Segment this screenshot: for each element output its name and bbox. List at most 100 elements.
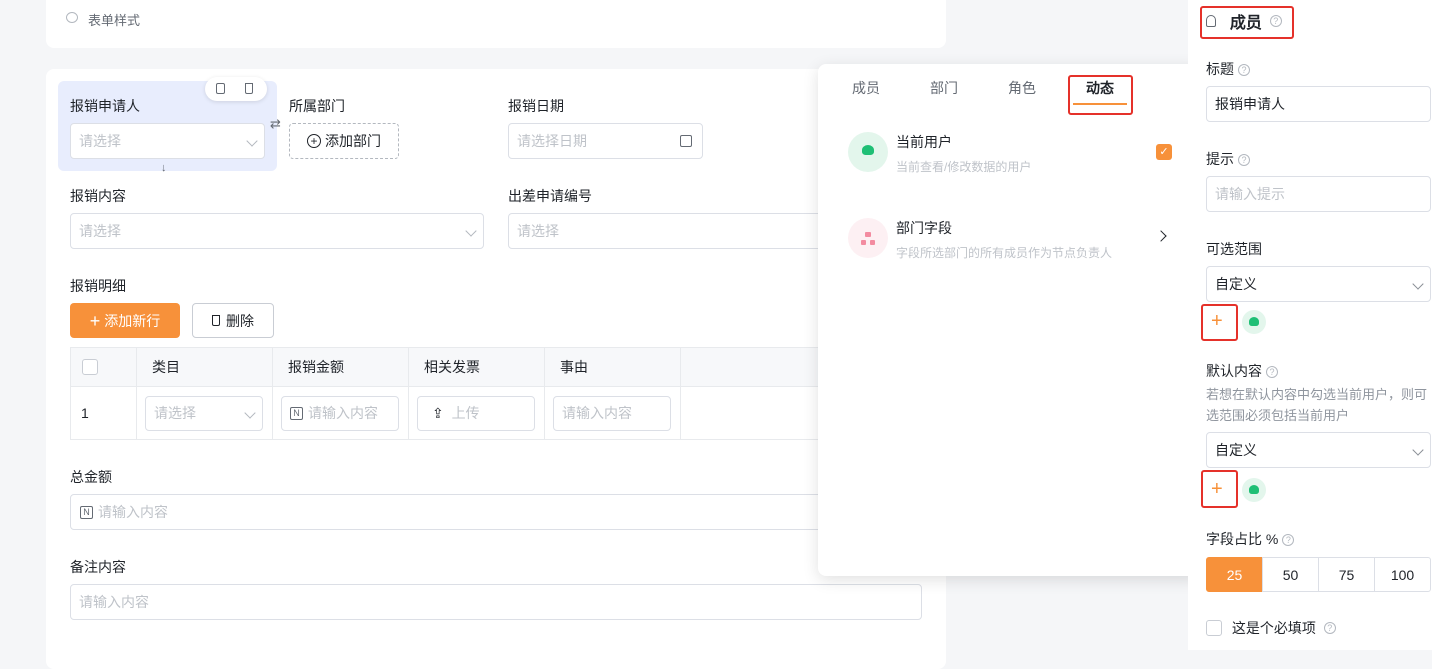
required-checkbox[interactable] [1206,620,1222,636]
default-select[interactable]: 自定义 [1206,432,1431,468]
annotation-box [1201,470,1238,508]
annotation-box [1201,304,1238,341]
trash-icon [212,315,220,326]
hint-placeholder: 请输入提示 [1215,186,1285,202]
ratio-option-50[interactable]: 50 [1262,557,1319,592]
invoice-upload[interactable]: ⇪ 上传 [417,396,535,431]
column-divider [272,348,273,440]
department-label: 所属部门 [289,98,345,114]
tab-members[interactable]: 成员 [852,78,880,98]
content-select[interactable]: 请选择 [70,213,484,249]
default-note: 若想在默认内容中勾选当前用户，则可选范围必须包括当前用户 [1206,387,1428,423]
details-table: 类目 报销金额 相关发票 事由 1 请选择 N 请输入内容 ⇪ 上传 请输入内容 [70,347,841,440]
applicant-select[interactable]: 请选择 [70,123,265,159]
item-desc: 当前查看/修改数据的用户 [896,160,1032,174]
column-divider [136,348,137,440]
remark-label: 备注内容 [70,559,126,575]
help-icon[interactable]: ? [1238,64,1250,77]
amount-placeholder: 请输入内容 [308,405,378,421]
content-label: 报销内容 [70,188,126,204]
title-value: 报销申请人 [1215,96,1285,112]
palette-icon [66,12,78,23]
arrow-down-icon[interactable]: ↓ [161,162,167,174]
hint-field-label: 提示? [1206,149,1250,169]
chevron-down-icon [246,135,258,147]
remark-input[interactable]: 请输入内容 [70,584,922,620]
chevron-down-icon [1412,444,1424,456]
ratio-option-75[interactable]: 75 [1318,557,1375,592]
list-item-current-user[interactable]: 当前用户 当前查看/修改数据的用户 ✓ [846,128,1176,178]
annotation-box [1068,75,1133,115]
list-item-department-field[interactable]: 部门字段 字段所选部门的所有成员作为节点负责人 [846,214,1176,264]
default-avatar [1242,478,1266,502]
range-label: 可选范围 [1206,241,1262,257]
title-label-text: 标题 [1206,61,1234,77]
add-department-button[interactable]: + 添加部门 [289,123,399,159]
number-icon: N [80,506,93,519]
range-select[interactable]: 自定义 [1206,266,1431,302]
help-icon[interactable]: ? [1323,622,1336,634]
chevron-right-icon[interactable] [1155,230,1167,242]
help-icon[interactable]: ? [1282,534,1295,547]
calendar-icon [680,135,692,147]
chevron-down-icon [1412,278,1424,290]
help-icon[interactable]: ? [1238,154,1250,167]
column-divider [680,348,681,440]
delete-button[interactable]: 删除 [192,303,274,338]
plus-circle-icon: + [307,134,321,148]
plus-icon: + [89,310,101,331]
checked-checkbox-icon[interactable]: ✓ [1156,144,1172,160]
column-header-amount: 报销金额 [288,359,344,375]
tab-departments[interactable]: 部门 [930,78,958,98]
column-divider [544,348,545,440]
upload-label: 上传 [451,405,480,421]
required-label: 这是个必填项 [1231,620,1316,636]
chevron-down-icon [244,407,256,419]
applicant-placeholder: 请选择 [79,133,121,149]
swap-icon[interactable]: ⇄ [270,116,281,132]
item-title: 部门字段 [896,220,952,236]
default-field-label: 默认内容? [1206,361,1278,381]
column-divider [408,348,409,440]
trip-no-select[interactable]: 请选择 [508,213,838,249]
remark-placeholder: 请输入内容 [79,594,149,610]
trash-icon[interactable] [245,83,253,94]
form-style-label[interactable]: 表单样式 [88,10,140,29]
trip-no-placeholder: 请选择 [517,223,559,239]
category-select[interactable]: 请选择 [145,396,263,431]
field-toolbar [205,77,267,101]
default-value: 自定义 [1215,442,1257,458]
range-value: 自定义 [1215,276,1257,292]
ratio-label-text: 字段占比 % [1206,531,1279,547]
add-department-label: 添加部门 [325,133,381,149]
date-picker[interactable]: 请选择日期 [508,123,703,159]
required-row: 这是个必填项 ? [1206,618,1336,638]
form-style-card: 表单样式 [46,0,946,48]
copy-icon[interactable] [216,83,225,94]
default-label-text: 默认内容 [1206,363,1262,379]
title-field-label: 标题? [1206,59,1250,79]
help-icon[interactable]: ? [1266,366,1278,379]
delete-label: 删除 [226,312,254,329]
amount-input[interactable]: N 请输入内容 [281,396,399,431]
user-avatar-icon [848,132,888,172]
annotation-box [1200,6,1294,39]
reason-placeholder: 请输入内容 [562,405,632,421]
select-all-checkbox[interactable] [82,359,98,375]
title-input[interactable]: 报销申请人 [1206,86,1431,122]
details-label: 报销明细 [70,278,126,294]
upload-icon: ⇪ [432,405,444,421]
total-placeholder: 请输入内容 [98,504,168,520]
tab-roles[interactable]: 角色 [1008,78,1036,98]
add-row-button[interactable]: + 添加新行 [70,303,180,338]
ratio-option-25[interactable]: 25 [1206,557,1263,592]
chevron-down-icon [465,225,477,237]
total-input[interactable]: N 请输入内容 [70,494,840,530]
date-placeholder: 请选择日期 [517,133,587,149]
applicant-label: 报销申请人 [70,98,140,114]
ratio-option-100[interactable]: 100 [1374,557,1431,592]
member-avatar [1242,310,1266,334]
total-label: 总金额 [70,469,112,485]
hint-input[interactable]: 请输入提示 [1206,176,1431,212]
reason-input[interactable]: 请输入内容 [553,396,671,431]
